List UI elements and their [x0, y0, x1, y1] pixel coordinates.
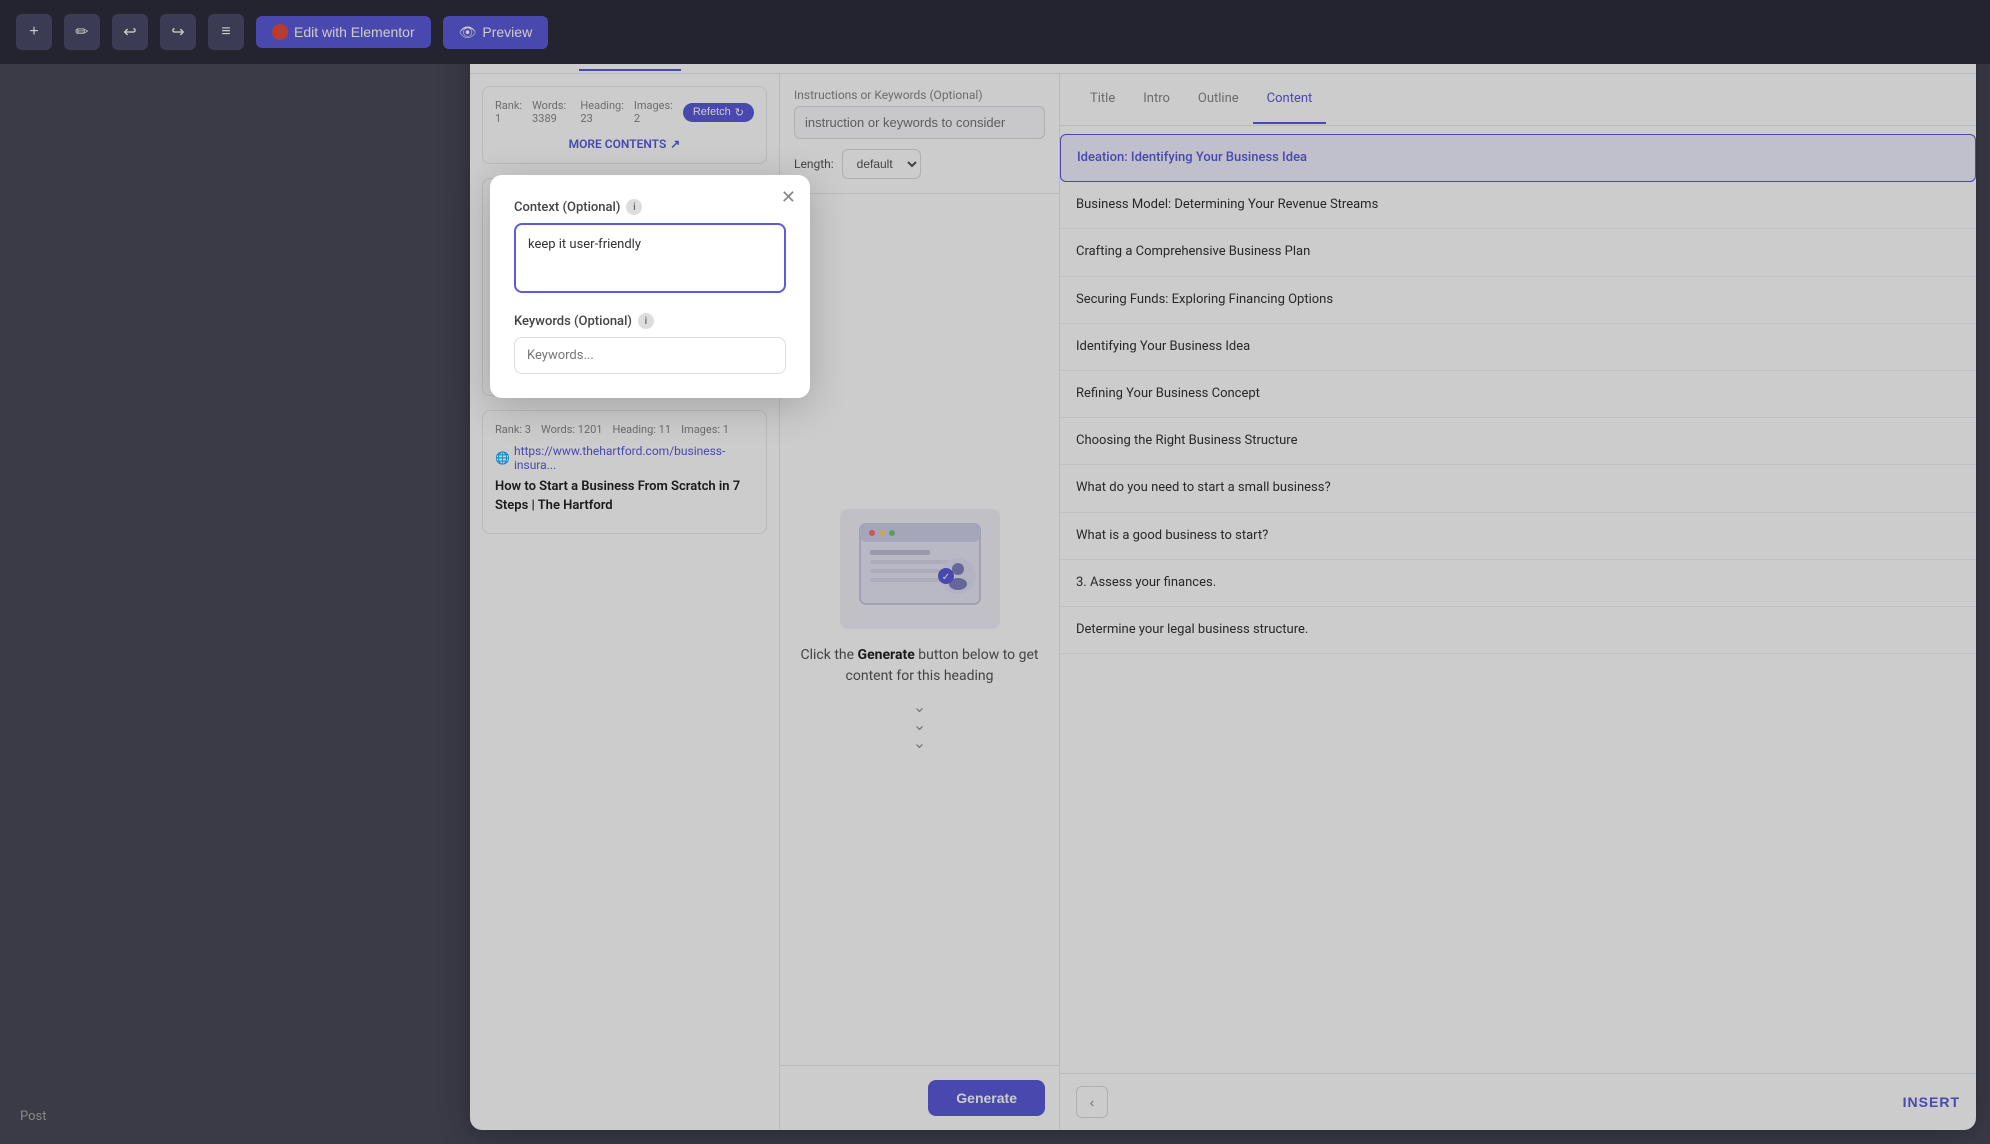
- context-textarea[interactable]: keep it user-friendly: [514, 223, 786, 293]
- context-info-icon: i: [626, 199, 642, 215]
- keywords-info-icon: i: [638, 313, 654, 329]
- context-label: Context (Optional) i: [514, 199, 786, 215]
- keywords-input[interactable]: [514, 337, 786, 374]
- modal-overlay: ✕ Context (Optional) i keep it user-frie…: [0, 0, 1990, 1144]
- keywords-label: Keywords (Optional) i: [514, 313, 786, 329]
- context-modal: ✕ Context (Optional) i keep it user-frie…: [490, 175, 810, 398]
- modal-close-button[interactable]: ✕: [781, 187, 796, 208]
